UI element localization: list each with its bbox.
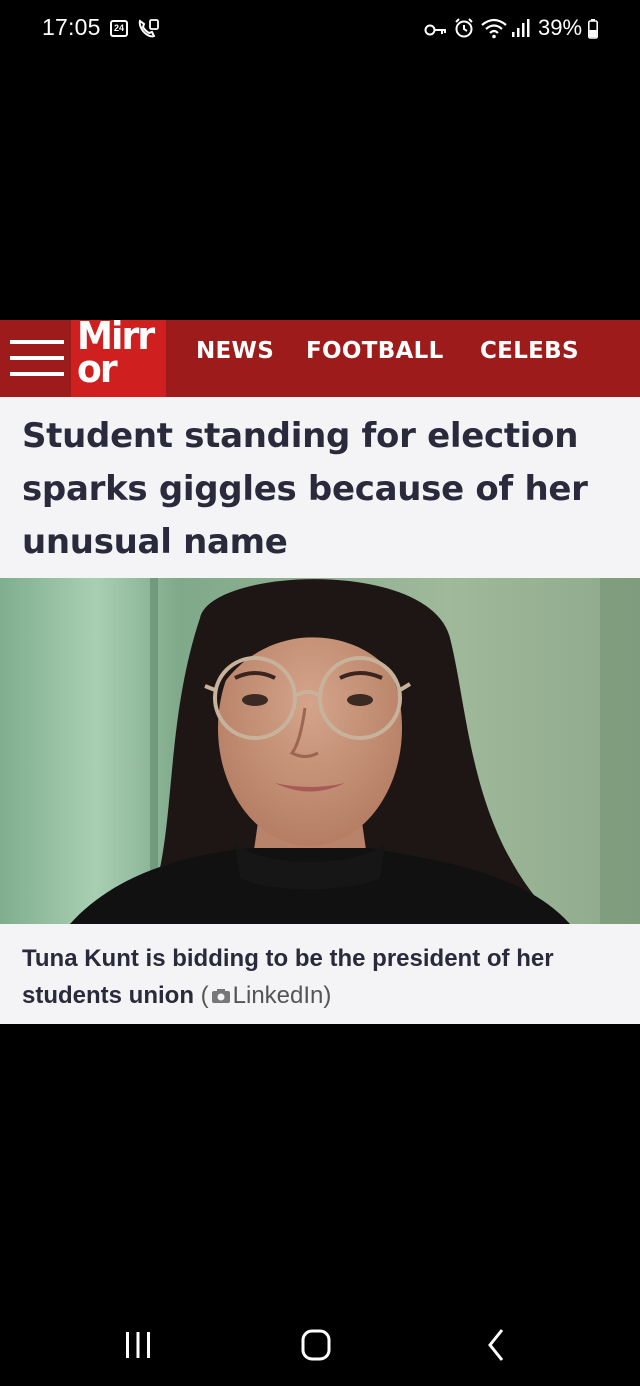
logo-text: Mirror [77, 320, 155, 391]
article-headline: Student standing for election sparks gig… [22, 416, 588, 562]
mirror-logo[interactable]: Mirror [71, 320, 166, 397]
credit-open-paren: ( [200, 982, 209, 1009]
photo-credit: ( LinkedIn) [201, 982, 332, 1009]
calendar-icon: 24 [110, 20, 128, 37]
wifi-icon [481, 18, 507, 39]
photo-caption: Tuna Kunt is bidding to be the president… [22, 940, 622, 1014]
call-settings-icon [138, 19, 159, 38]
menu-icon[interactable] [10, 334, 64, 382]
vpn-key-icon [424, 24, 446, 36]
recents-icon[interactable] [108, 1320, 168, 1370]
battery-icon [588, 19, 598, 39]
back-icon[interactable] [466, 1320, 526, 1370]
battery-percent: 39% [538, 15, 583, 40]
credit-close-paren: ) [323, 982, 332, 1009]
alarm-icon [455, 18, 473, 38]
home-icon[interactable] [286, 1320, 346, 1370]
article-photo [0, 578, 640, 924]
credit-source: LinkedIn [232, 982, 324, 1009]
nav-football[interactable]: FOOTBALL [306, 338, 444, 364]
portrait-image [0, 578, 640, 924]
signal-icon [512, 19, 530, 37]
status-time: 17:05 [42, 14, 101, 40]
camera-icon [211, 989, 230, 1003]
nav-news[interactable]: NEWS [196, 338, 274, 364]
status-bar: 17:05 24 39% [0, 0, 640, 58]
nav-celebs[interactable]: CELEBS [480, 338, 579, 364]
